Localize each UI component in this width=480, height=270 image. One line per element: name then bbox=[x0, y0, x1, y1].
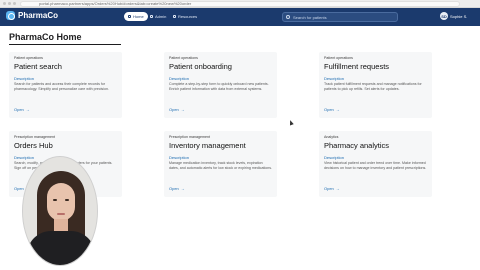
arrow-right-icon: → bbox=[335, 107, 340, 112]
presenter-mouth bbox=[57, 213, 65, 215]
avatar: SD bbox=[440, 12, 448, 20]
presenter-eye bbox=[65, 199, 69, 201]
presenter-body bbox=[27, 231, 95, 265]
search-placeholder: Search for patients bbox=[293, 15, 327, 20]
card-category: Patient operations bbox=[169, 56, 198, 60]
user-name: Sophie S. bbox=[450, 13, 468, 19]
open-label: Open bbox=[14, 107, 24, 112]
card-description: Search for patients and access their com… bbox=[14, 82, 110, 91]
resources-icon bbox=[173, 15, 176, 18]
card-fulfillment-requests[interactable]: Patient operations Fulfillment requests … bbox=[319, 52, 432, 118]
card-title: Fulfillment requests bbox=[324, 62, 390, 71]
card-description-label: Description bbox=[14, 76, 35, 81]
card-description-label: Description bbox=[169, 76, 190, 81]
presenter-face bbox=[47, 183, 75, 221]
app-header: PharmaCo Home Admin Resources Search for… bbox=[0, 8, 480, 26]
patient-search-input[interactable]: Search for patients bbox=[282, 12, 398, 22]
card-title: Pharmacy analytics bbox=[324, 141, 390, 150]
presenter-webcam-overlay bbox=[22, 156, 98, 266]
browser-toolbar: portal.pharmaco.partners/apps/Orders%20H… bbox=[0, 0, 480, 8]
arrow-right-icon: → bbox=[180, 186, 185, 191]
brand-logo[interactable]: PharmaCo bbox=[6, 11, 58, 20]
card-open-link[interactable]: Open→ bbox=[324, 186, 340, 191]
card-open-link[interactable]: Open→ bbox=[14, 107, 30, 112]
nav-resources[interactable]: Resources bbox=[169, 12, 201, 21]
address-url: portal.pharmaco.partners/apps/Orders%20H… bbox=[39, 1, 192, 6]
card-title: Orders Hub bbox=[14, 141, 53, 150]
card-patient-onboarding[interactable]: Patient operations Patient onboarding De… bbox=[164, 52, 277, 118]
card-category: Prescription management bbox=[169, 135, 210, 139]
arrow-right-icon: → bbox=[25, 107, 30, 112]
card-category: Prescription management bbox=[14, 135, 55, 139]
card-description-label: Description bbox=[169, 155, 190, 160]
search-icon bbox=[286, 15, 290, 19]
open-label: Open bbox=[169, 186, 179, 191]
admin-icon bbox=[150, 15, 153, 18]
presenter-eye bbox=[53, 199, 57, 201]
card-category: Patient operations bbox=[324, 56, 353, 60]
home-icon bbox=[128, 15, 131, 18]
nav-home[interactable]: Home bbox=[124, 12, 148, 21]
open-label: Open bbox=[169, 107, 179, 112]
card-open-link[interactable]: Open→ bbox=[169, 186, 185, 191]
card-category: Analytics bbox=[324, 135, 339, 139]
open-label: Open bbox=[324, 107, 334, 112]
card-category: Patient operations bbox=[14, 56, 43, 60]
card-open-link[interactable]: Open→ bbox=[324, 107, 340, 112]
card-description: Complete a step-by-step form to quickly … bbox=[169, 82, 269, 91]
card-description: View historical patient and order trend … bbox=[324, 161, 427, 170]
user-menu[interactable]: SD Sophie S. bbox=[440, 12, 467, 20]
card-patient-search[interactable]: Patient operations Patient search Descri… bbox=[9, 52, 122, 118]
arrow-right-icon: → bbox=[180, 107, 185, 112]
card-open-link[interactable]: Open→ bbox=[169, 107, 185, 112]
nav-admin-label: Admin bbox=[155, 14, 167, 19]
brand-name: PharmaCo bbox=[18, 11, 59, 20]
title-divider bbox=[9, 44, 121, 45]
card-description-label: Description bbox=[324, 155, 345, 160]
card-pharmacy-analytics[interactable]: Analytics Pharmacy analytics Description… bbox=[319, 131, 432, 197]
card-title: Patient onboarding bbox=[169, 62, 232, 71]
card-description-label: Description bbox=[324, 76, 345, 81]
page-title: PharmaCo Home bbox=[9, 32, 82, 42]
nav-home-label: Home bbox=[133, 14, 144, 19]
card-title: Patient search bbox=[14, 62, 62, 71]
pharmaco-logo-icon bbox=[6, 11, 15, 20]
open-label: Open bbox=[324, 186, 334, 191]
card-description: Track patient fulfillment requests and m… bbox=[324, 82, 422, 91]
card-description: Manage medication inventory, track stock… bbox=[169, 161, 273, 170]
card-title: Inventory management bbox=[169, 141, 246, 150]
nav-admin[interactable]: Admin bbox=[146, 12, 170, 21]
card-inventory-management[interactable]: Prescription management Inventory manage… bbox=[164, 131, 277, 197]
arrow-right-icon: → bbox=[335, 186, 340, 191]
address-bar[interactable]: portal.pharmaco.partners/apps/Orders%20H… bbox=[20, 1, 460, 7]
window-controls[interactable] bbox=[3, 2, 16, 5]
nav-resources-label: Resources bbox=[178, 14, 198, 19]
mouse-cursor-icon bbox=[288, 119, 294, 126]
